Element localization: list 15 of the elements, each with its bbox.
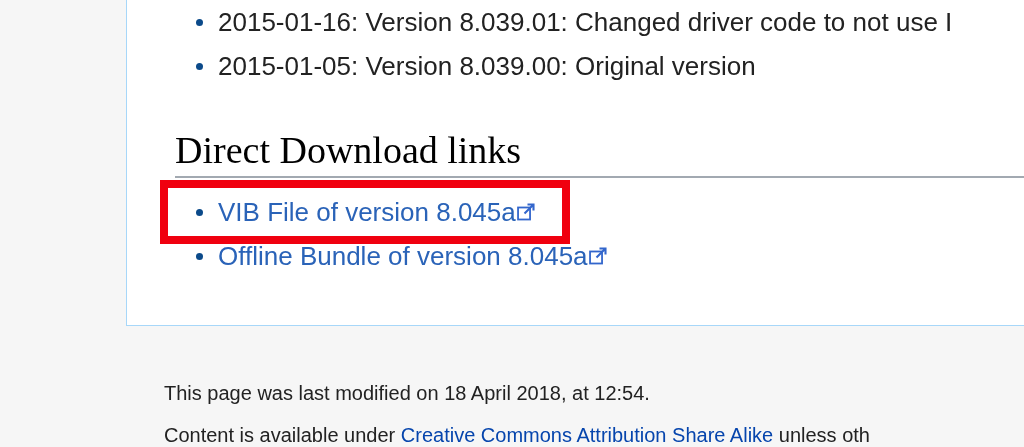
changelog-entry: 2015-01-05: Version 8.039.00: Original version [218, 51, 756, 81]
section-heading: Direct Download links [175, 126, 1024, 178]
external-link-icon [516, 203, 535, 221]
bullet-icon [196, 253, 203, 260]
license-text: unless oth [778, 424, 870, 446]
last-modified-text: This page was last modified on 18 April 2018, at 12:54. [164, 381, 651, 406]
license-link[interactable]: Creative Commons Attribution Share Alike [400, 424, 774, 446]
download-link[interactable]: VIB File of version 8.045a [218, 197, 516, 227]
download-link[interactable]: Offline Bundle of version 8.045a [218, 241, 588, 271]
bullet-icon [196, 209, 203, 216]
license-text: Content is available under [164, 424, 396, 446]
bullet-icon [196, 19, 203, 26]
external-link-icon [588, 247, 607, 265]
bullet-icon [196, 63, 203, 70]
changelog-entry: 2015-01-16: Version 8.039.01: Changed driver code to not use I [218, 7, 953, 37]
